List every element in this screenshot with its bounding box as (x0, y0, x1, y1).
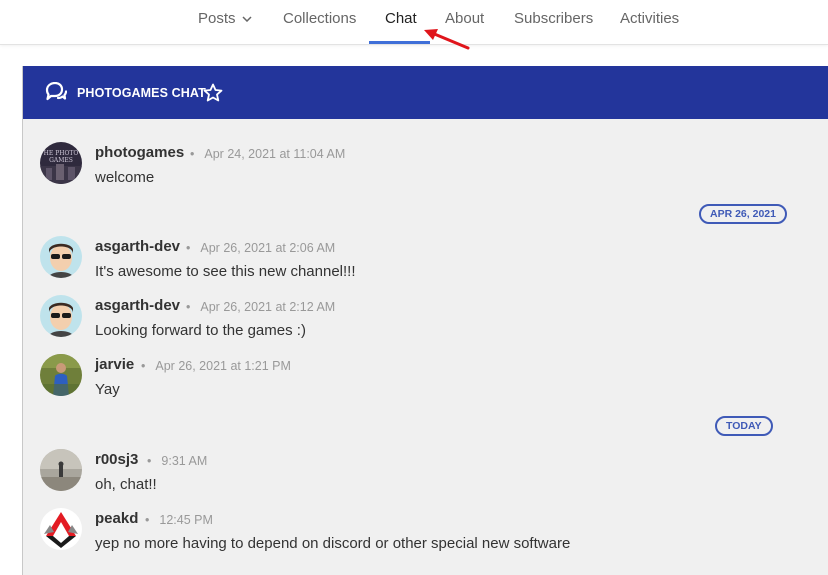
chat-panel: PHOTOGAMES CHAT HE PHOTO GAMES photogame… (22, 66, 828, 575)
message-timestamp: • Apr 26, 2021 at 2:12 AM (186, 300, 336, 314)
message-time: Apr 26, 2021 at 1:21 PM (155, 359, 291, 373)
svg-text:HE PHOTO: HE PHOTO (44, 150, 79, 157)
avatar[interactable] (40, 236, 82, 278)
tab-activities[interactable]: Activities (620, 0, 679, 42)
message-timestamp: • 9:31 AM (147, 454, 208, 468)
message-author[interactable]: jarvie (95, 356, 134, 373)
tab-collections[interactable]: Collections (283, 0, 356, 42)
channel-title: PHOTOGAMES CHAT (77, 86, 206, 100)
avatar[interactable] (40, 508, 82, 550)
message-time: Apr 26, 2021 at 2:12 AM (200, 300, 336, 314)
chat-message: asgarth-dev • Apr 26, 2021 at 2:12 AM Loo… (23, 295, 828, 351)
message-timestamp: • Apr 26, 2021 at 2:06 AM (186, 241, 336, 255)
tab-chat-label: Chat (385, 10, 417, 27)
message-text: Looking forward to the games :) (95, 322, 306, 339)
chevron-down-icon (241, 16, 252, 23)
tab-posts[interactable]: Posts (198, 0, 252, 42)
avatar[interactable] (40, 354, 82, 396)
chat-message: HE PHOTO GAMES photogames • Apr 24, 2021 … (23, 142, 828, 198)
message-timestamp: • 12:45 PM (145, 513, 213, 527)
message-time: Apr 26, 2021 at 2:06 AM (200, 241, 336, 255)
top-navigation: Posts Collections Chat About Subscribers… (0, 0, 828, 45)
chat-bubbles-icon (45, 82, 67, 101)
date-separator-badge: APR 26, 2021 (699, 204, 787, 224)
message-text: yep no more having to depend on discord … (95, 535, 571, 552)
tab-collections-label: Collections (283, 10, 357, 27)
svg-text:GAMES: GAMES (49, 157, 73, 164)
chat-message: asgarth-dev • Apr 26, 2021 at 2:06 AM It'… (23, 236, 828, 292)
avatar[interactable]: HE PHOTO GAMES (40, 142, 82, 184)
tab-activities-label: Activities (620, 10, 680, 27)
message-text: Yay (95, 381, 120, 398)
avatar[interactable] (40, 295, 82, 337)
chat-message: r00sj3 • 9:31 AM oh, chat!! (23, 449, 828, 505)
message-timestamp: • Apr 26, 2021 at 1:21 PM (141, 359, 291, 373)
message-text: welcome (95, 169, 155, 186)
tab-posts-label: Posts (198, 10, 236, 27)
message-author[interactable]: asgarth-dev (95, 297, 180, 314)
message-author[interactable]: asgarth-dev (95, 238, 180, 255)
message-text: oh, chat!! (95, 476, 157, 493)
red-arrow-icon (424, 29, 470, 50)
date-separator-badge: TODAY (715, 416, 773, 436)
message-time: 9:31 AM (161, 454, 208, 468)
chat-message: peakd • 12:45 PM yep no more having to de… (23, 508, 828, 564)
tab-subscribers[interactable]: Subscribers (514, 0, 593, 42)
message-author[interactable]: peakd (95, 510, 138, 527)
message-timestamp: • Apr 24, 2021 at 11:04 AM (190, 147, 346, 161)
message-time: 12:45 PM (159, 513, 213, 527)
tab-subscribers-label: Subscribers (514, 10, 594, 27)
tab-chat[interactable]: Chat (385, 0, 417, 42)
message-author[interactable]: r00sj3 (95, 451, 138, 468)
message-time: Apr 24, 2021 at 11:04 AM (204, 147, 346, 161)
tab-about-label: About (445, 10, 485, 27)
message-text: It's awesome to see this new channel!!! (95, 263, 356, 280)
chat-header: PHOTOGAMES CHAT (23, 66, 828, 119)
avatar[interactable] (40, 449, 82, 491)
message-author[interactable]: photogames (95, 144, 184, 161)
chat-message: jarvie • Apr 26, 2021 at 1:21 PM Yay (23, 354, 828, 410)
star-outline-icon[interactable] (203, 83, 223, 102)
